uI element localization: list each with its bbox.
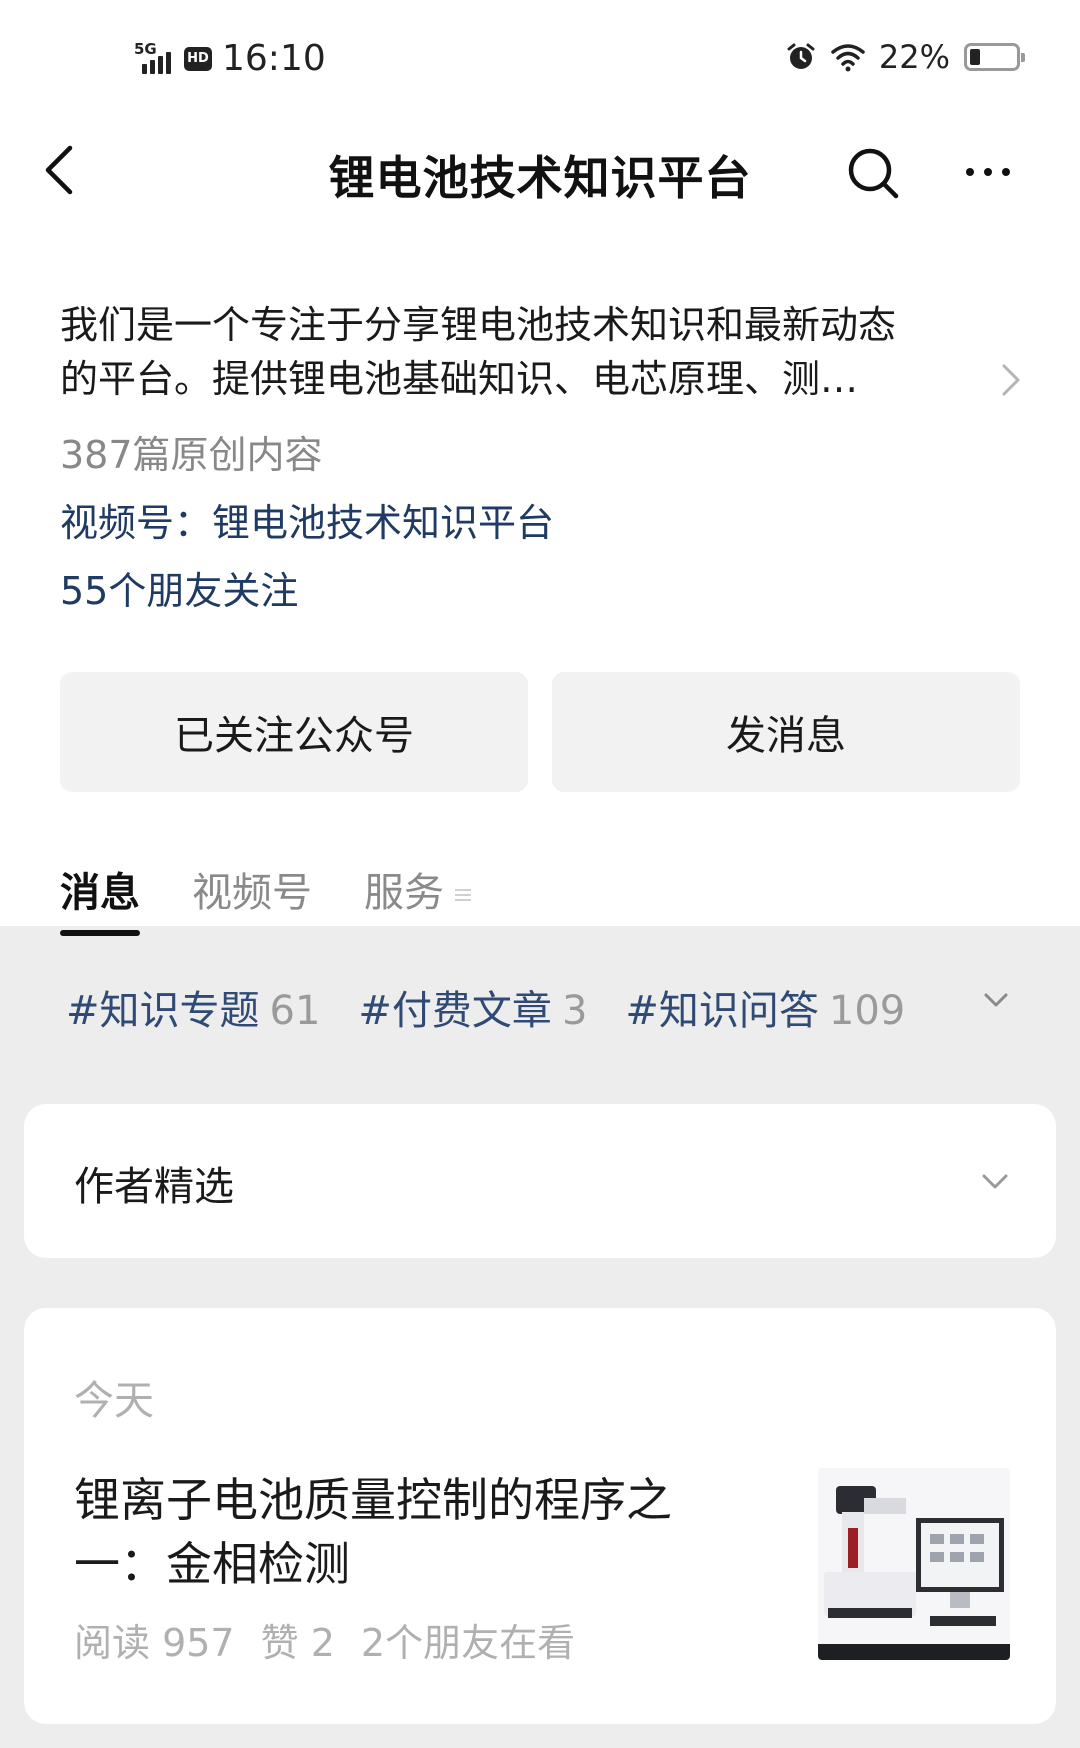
tag-count: 61 (269, 988, 321, 1034)
message-feed-card: 今天 锂离子电池质量控制的程序之一：金相检测 阅读 957 赞 2 2个朋友在看 (24, 1308, 1056, 1724)
article-reads: 阅读 957 (74, 1621, 235, 1665)
status-left: 5G HD 16:10 (134, 38, 326, 79)
tag-item[interactable]: #知识问答 109 (625, 978, 905, 1036)
description-line: 我们是一个专注于分享锂电池技术知识和最新动态 (60, 303, 897, 347)
tag-count: 109 (828, 988, 906, 1034)
wifi-icon (831, 44, 865, 72)
author-picks-label: 作者精选 (74, 1164, 234, 1210)
friends-following-link[interactable]: 55个朋友关注 (60, 560, 298, 615)
original-count: 387篇原创内容 (60, 433, 323, 477)
article-thumbnail[interactable] (818, 1468, 1010, 1660)
page-title: 锂电池技术知识平台 (328, 151, 752, 205)
chevron-down-icon (982, 1174, 1008, 1189)
tag-count: 3 (561, 988, 588, 1034)
status-right: 22% (785, 38, 1025, 76)
status-bar: 5G HD 16:10 22% (0, 0, 1080, 120)
article-friends-reading: 2个朋友在看 (360, 1621, 576, 1665)
microscope-image (818, 1468, 1010, 1660)
article-title[interactable]: 锂离子电池质量控制的程序之一：金相检测 (74, 1468, 734, 1596)
tab-services-label: 服务 (364, 870, 444, 916)
send-message-button[interactable]: 发消息 (552, 672, 1020, 792)
account-description[interactable]: 我们是一个专注于分享锂电池技术知识和最新动态 的平台。提供锂电池基础知识、电芯原… (60, 298, 1010, 406)
tab-services[interactable]: 服务 (364, 860, 472, 918)
signal-icon: 5G (134, 40, 174, 74)
battery-percent: 22% (878, 38, 950, 76)
chevron-right-icon[interactable] (1000, 360, 1024, 400)
battery-icon (964, 43, 1025, 71)
tag-list: #知识专题 61 #付费文章 3 #知识问答 109 (66, 978, 905, 1036)
description-line: 的平台。提供锂电池基础知识、电芯原理、测… (60, 357, 859, 401)
tag-name: #知识专题 (66, 988, 260, 1034)
menu-lines-icon (455, 889, 471, 901)
tag-item[interactable]: #知识专题 61 (66, 978, 320, 1036)
followed-button[interactable]: 已关注公众号 (60, 672, 528, 792)
status-time: 16:10 (222, 38, 326, 79)
video-channel-link[interactable]: 视频号：锂电池技术知识平台 (60, 492, 554, 547)
chevron-down-icon[interactable] (982, 990, 1010, 1010)
tag-name: #付费文章 (358, 988, 552, 1034)
hd-icon: HD (184, 46, 212, 71)
tab-bar: 消息 视频号 服务 (60, 860, 472, 936)
account-header: 5G HD 16:10 22% 锂电池技术知识平台 我们是一个专注于分享锂电池技… (0, 0, 1080, 936)
network-type: 5G (134, 39, 157, 58)
more-icon[interactable] (966, 160, 1022, 184)
tab-video-channel[interactable]: 视频号 (192, 860, 312, 918)
feed-date: 今天 (74, 1378, 154, 1424)
tab-messages[interactable]: 消息 (60, 860, 140, 936)
article-likes: 赞 2 (260, 1621, 335, 1665)
article-meta: 阅读 957 赞 2 2个朋友在看 (74, 1612, 575, 1667)
author-picks-card[interactable]: 作者精选 (24, 1104, 1056, 1258)
tag-item[interactable]: #付费文章 3 (358, 978, 587, 1036)
tag-name: #知识问答 (625, 988, 819, 1034)
search-icon[interactable] (846, 146, 902, 202)
alarm-icon (787, 43, 815, 69)
